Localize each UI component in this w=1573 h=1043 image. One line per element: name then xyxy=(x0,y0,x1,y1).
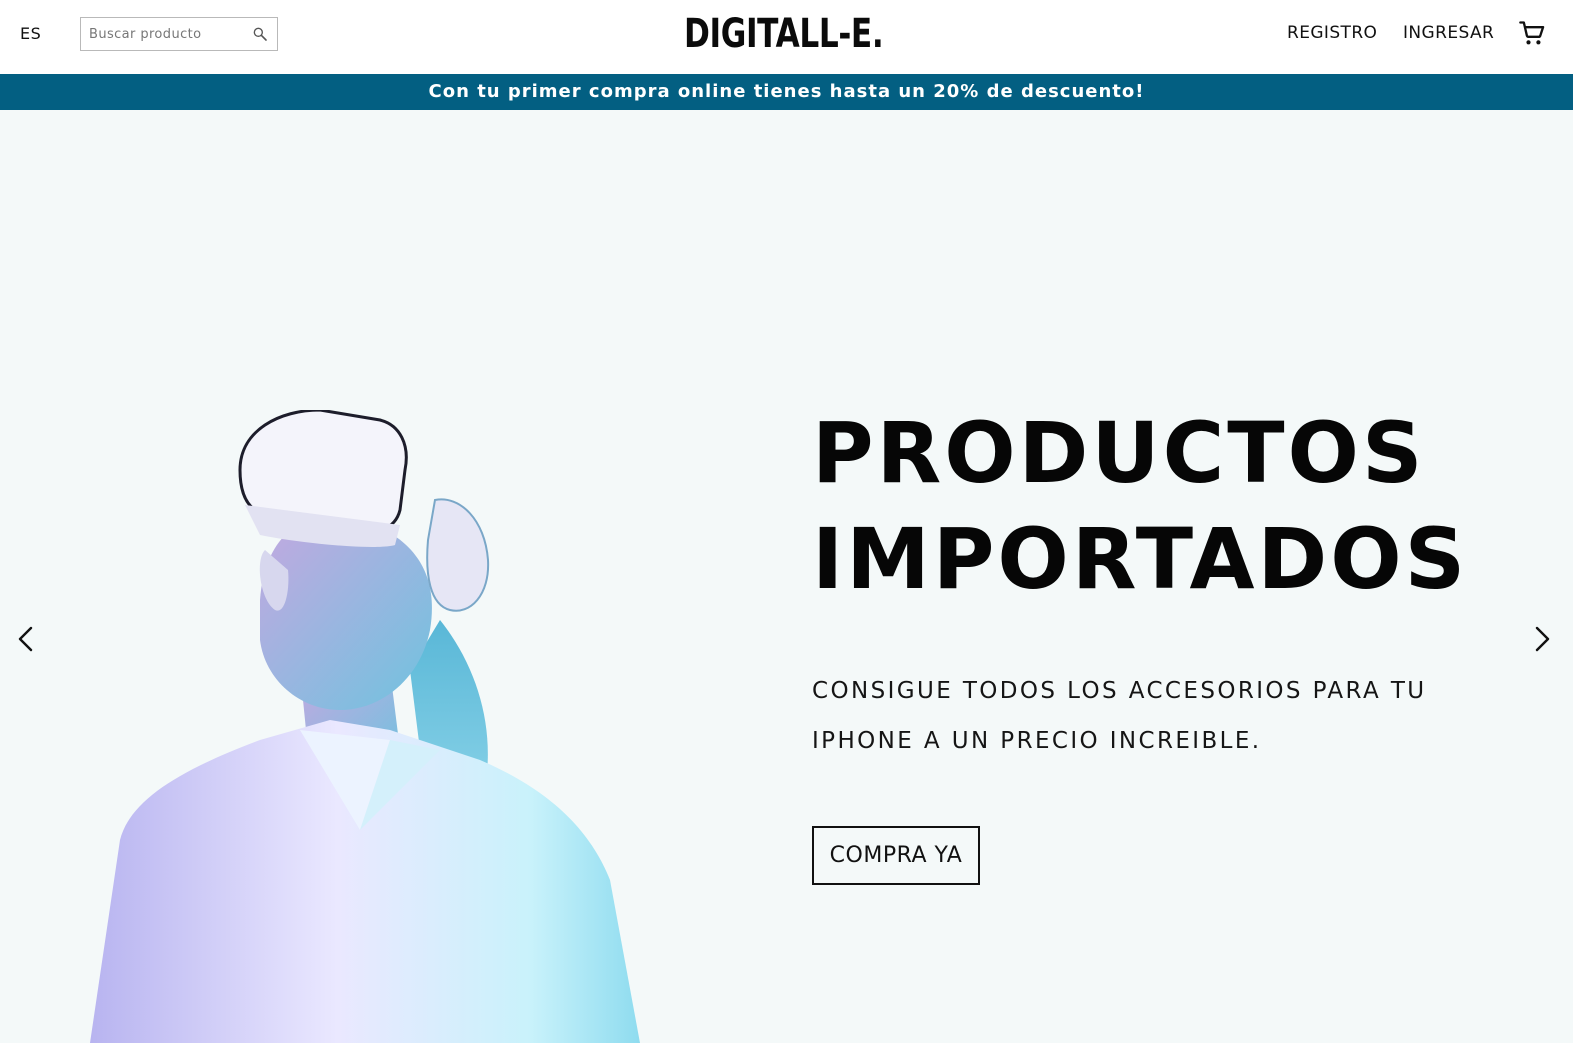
buy-now-button[interactable]: COMPRA YA xyxy=(812,826,980,885)
hero-subheadline-line-1: CONSIGUE TODOS LOS ACCESORIOS PARA TU xyxy=(812,678,1427,704)
hero-headline-line-2: IMPORTADOS xyxy=(812,510,1469,608)
language-selector[interactable]: ES xyxy=(20,24,41,43)
hero-image-vr-woman xyxy=(90,410,640,1043)
site-header: ES DIGITALL-E. REGISTRO INGRESAR xyxy=(0,0,1573,74)
chevron-left-icon[interactable] xyxy=(14,624,38,654)
site-logo[interactable]: DIGITALL-E. xyxy=(684,10,884,58)
hero-headline: PRODUCTOS IMPORTADOS xyxy=(812,400,1512,612)
chevron-right-icon[interactable] xyxy=(1530,624,1554,654)
search-icon[interactable] xyxy=(252,26,268,42)
hero-headline-line-1: PRODUCTOS xyxy=(812,404,1426,502)
promo-banner: Con tu primer compra online tienes hasta… xyxy=(0,74,1573,110)
search-input[interactable] xyxy=(81,18,241,50)
hero-subheadline: CONSIGUE TODOS LOS ACCESORIOS PARA TU IP… xyxy=(812,666,1492,766)
shopping-cart-icon[interactable] xyxy=(1518,19,1546,47)
login-link[interactable]: INGRESAR xyxy=(1403,23,1494,43)
hero-carousel: PRODUCTOS IMPORTADOS CONSIGUE TODOS LOS … xyxy=(0,110,1573,1043)
hero-subheadline-line-2: IPHONE A UN PRECIO INCREIBLE. xyxy=(812,728,1262,754)
register-link[interactable]: REGISTRO xyxy=(1287,23,1377,43)
search-box xyxy=(80,17,278,51)
